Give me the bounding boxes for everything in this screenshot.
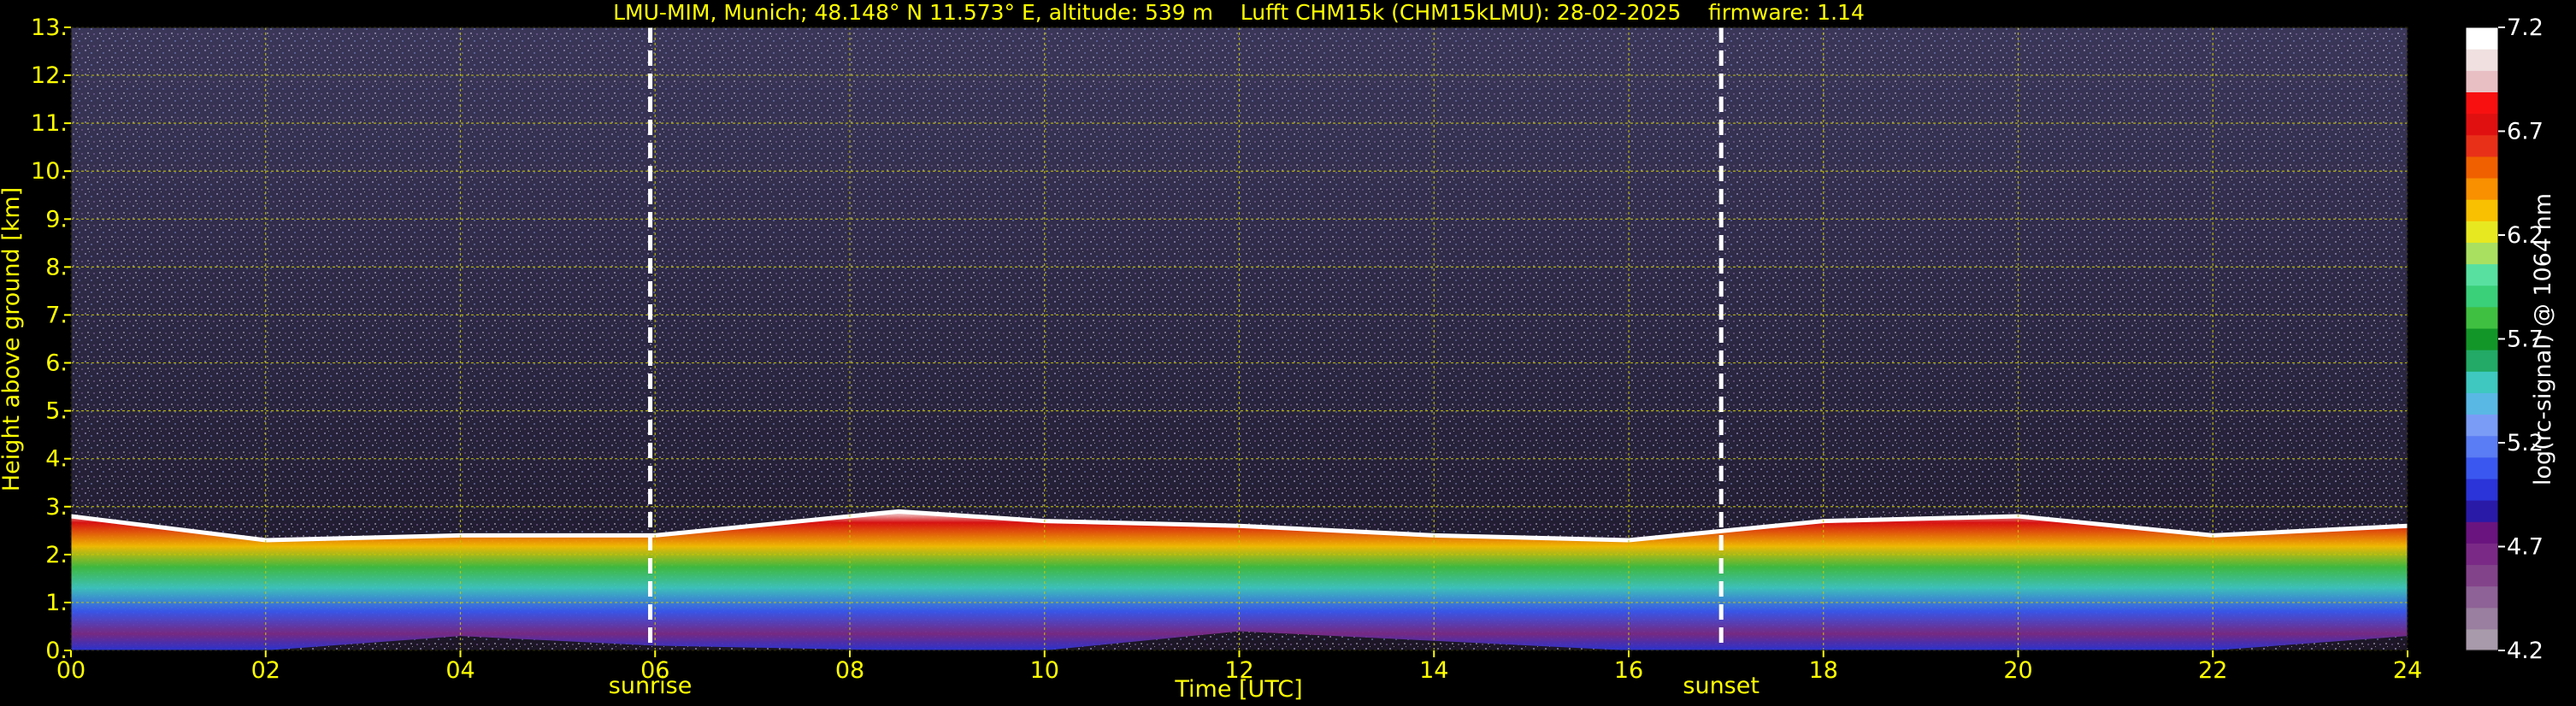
y-tick-label: 0. bbox=[45, 638, 68, 664]
colorbar-tick-label: 7.2 bbox=[2507, 15, 2544, 41]
x-tick-label: 20 bbox=[2003, 657, 2032, 684]
colorbar-segment bbox=[2466, 199, 2498, 221]
y-tick-label: 2. bbox=[45, 542, 68, 568]
plot-area: sunrise sunset bbox=[70, 26, 2408, 699]
colorbar-segment bbox=[2466, 350, 2498, 372]
y-tick-label: 1. bbox=[45, 590, 68, 616]
colorbar-segment bbox=[2466, 607, 2498, 630]
x-tick-label: 14 bbox=[1419, 657, 1448, 684]
colorbar-segment bbox=[2466, 49, 2498, 71]
y-tick-label: 12. bbox=[31, 62, 68, 89]
y-tick-label: 4. bbox=[45, 446, 68, 473]
colorbar-segment bbox=[2466, 414, 2498, 437]
colorbar-segment bbox=[2466, 392, 2498, 415]
y-tick-label: 3. bbox=[45, 494, 68, 521]
colorbar-segment bbox=[2466, 113, 2498, 136]
colorbar-segment bbox=[2466, 543, 2498, 566]
colorbar-segment bbox=[2466, 585, 2498, 609]
x-tick-label: 10 bbox=[1030, 657, 1059, 684]
colorbar-segment bbox=[2466, 242, 2498, 265]
x-tick-label: 04 bbox=[445, 657, 475, 684]
colorbar-segment bbox=[2466, 285, 2498, 308]
sunset-label: sunset bbox=[1683, 673, 1760, 699]
colorbar-tick-label: 4.7 bbox=[2507, 534, 2544, 561]
colorbar-segment bbox=[2466, 27, 2498, 50]
colorbar-segment bbox=[2466, 263, 2498, 286]
colorbar-segment bbox=[2466, 521, 2498, 544]
colorbar-segment bbox=[2466, 134, 2498, 157]
y-axis-label: Height above ground [km] bbox=[0, 187, 25, 491]
y-tick-label: 8. bbox=[45, 254, 68, 280]
y-tick-label: 10. bbox=[31, 158, 68, 185]
y-axis-ticks: 0. 1. 2. 3. 4. 5. 6. 7. 8. 9. 10. 11. 12. 13. bbox=[31, 15, 71, 664]
colorbar-segment bbox=[2466, 327, 2498, 350]
colorbar-tick-label: 6.7 bbox=[2507, 119, 2544, 145]
x-tick-label: 02 bbox=[251, 657, 280, 684]
x-tick-label: 24 bbox=[2393, 657, 2422, 684]
colorbar-segment bbox=[2466, 478, 2498, 501]
y-tick-label: 13. bbox=[31, 15, 68, 41]
colorbar-segment bbox=[2466, 91, 2498, 115]
colorbar-segment bbox=[2466, 564, 2498, 587]
colorbar-segment bbox=[2466, 628, 2498, 651]
x-tick-label: 16 bbox=[1614, 657, 1643, 684]
colorbar-tick-label: 4.2 bbox=[2507, 638, 2544, 664]
colorbar-segment bbox=[2466, 221, 2498, 243]
colorbar-segment bbox=[2466, 306, 2498, 329]
x-axis-label: Time [UTC] bbox=[1174, 676, 1302, 703]
y-tick-label: 5. bbox=[45, 398, 68, 425]
x-tick-label: 18 bbox=[1809, 657, 1838, 684]
x-tick-label: 06 bbox=[640, 657, 669, 684]
colorbar-segment bbox=[2466, 500, 2498, 522]
colorbar-segment bbox=[2466, 435, 2498, 458]
y-tick-label: 6. bbox=[45, 350, 68, 377]
lidar-figure: sunrise sunset LMU-MIM, Munich; 48.148° N… bbox=[0, 0, 2556, 703]
colorbar-segment bbox=[2466, 70, 2498, 93]
y-tick-label: 7. bbox=[45, 302, 68, 328]
x-tick-label: 08 bbox=[835, 657, 864, 684]
colorbar bbox=[2465, 26, 2499, 651]
colorbar-segment bbox=[2466, 156, 2498, 179]
colorbar-label: log(rc-signal) @ 1064 nm bbox=[2530, 193, 2556, 485]
y-tick-label: 11. bbox=[31, 110, 68, 137]
colorbar-segment bbox=[2466, 371, 2498, 393]
x-tick-label: 22 bbox=[2198, 657, 2227, 684]
colorbar-segment bbox=[2466, 177, 2498, 200]
y-tick-label: 9. bbox=[45, 206, 68, 232]
colorbar-segment bbox=[2466, 456, 2498, 479]
chart-title: LMU-MIM, Munich; 48.148° N 11.573° E, al… bbox=[613, 0, 1865, 25]
